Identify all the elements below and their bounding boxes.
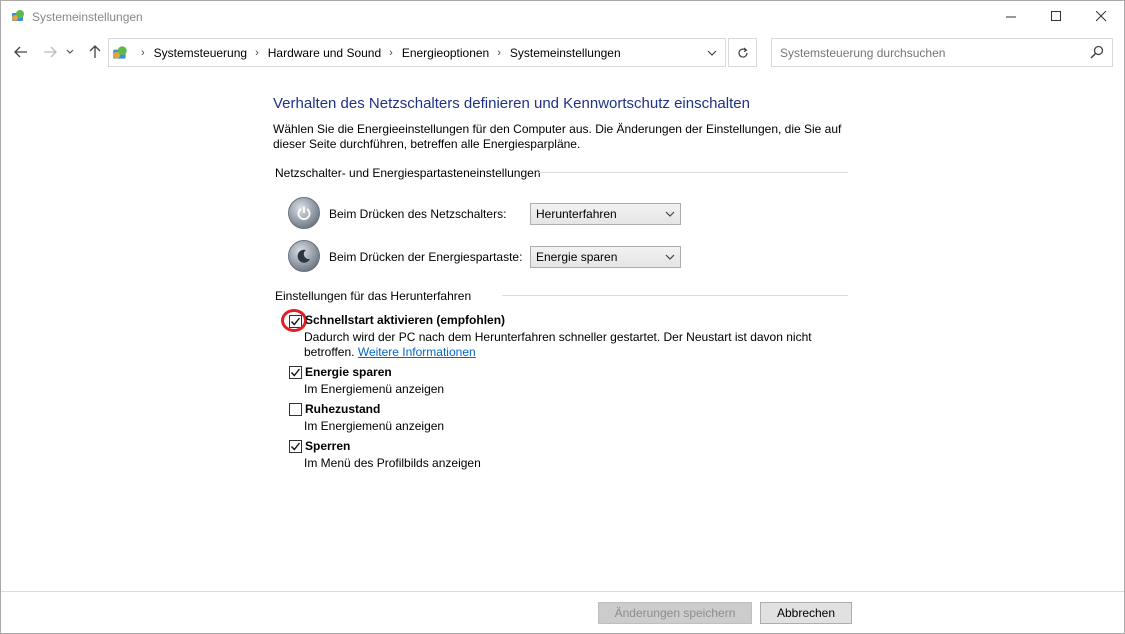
power-section-heading: Netzschalter- und Energiespartasteneinst… bbox=[275, 166, 541, 180]
power-button-icon bbox=[288, 197, 320, 229]
window-title: Systemeinstellungen bbox=[32, 10, 143, 24]
control-panel-icon bbox=[111, 44, 129, 62]
fast-startup-label[interactable]: Schnellstart aktivieren (empfohlen) bbox=[305, 313, 505, 327]
address-bar[interactable]: › Systemsteuerung › Hardware und Sound ›… bbox=[108, 38, 726, 67]
save-changes-button[interactable]: Änderungen speichern bbox=[598, 602, 752, 624]
checkmark-icon bbox=[290, 442, 301, 451]
control-panel-icon bbox=[10, 8, 26, 24]
control-panel-window: Systemeinstellungen › Systemsteuerung › … bbox=[0, 0, 1125, 634]
breadcrumb-separator: › bbox=[141, 47, 145, 59]
highlight-circle bbox=[281, 309, 307, 332]
up-button[interactable] bbox=[84, 41, 106, 63]
title-bar[interactable]: Systemeinstellungen bbox=[1, 1, 1124, 32]
chevron-down-icon bbox=[665, 254, 675, 260]
breadcrumb-item[interactable]: Hardware und Sound bbox=[268, 46, 381, 60]
footer-divider bbox=[1, 591, 1124, 592]
power-button-label: Beim Drücken des Netzschalters: bbox=[329, 207, 507, 221]
cancel-button[interactable]: Abbrechen bbox=[760, 602, 852, 624]
power-button-select[interactable]: Herunterfahren bbox=[530, 203, 681, 225]
more-info-link[interactable]: Weitere Informationen bbox=[358, 345, 476, 359]
sleep-button-icon bbox=[288, 240, 320, 272]
hibernate-label[interactable]: Ruhezustand bbox=[305, 402, 380, 416]
hibernate-description: Im Energiemenü anzeigen bbox=[304, 419, 445, 433]
hibernate-checkbox[interactable] bbox=[289, 403, 302, 416]
maximize-button[interactable] bbox=[1033, 1, 1079, 32]
breadcrumb-separator[interactable]: › bbox=[255, 47, 259, 59]
minimize-button[interactable] bbox=[988, 1, 1034, 32]
forward-button[interactable] bbox=[39, 41, 61, 63]
breadcrumb-separator[interactable]: › bbox=[389, 47, 393, 59]
breadcrumb-item[interactable]: Systemeinstellungen bbox=[510, 46, 621, 60]
checkmark-icon bbox=[290, 368, 301, 377]
sleep-button-select-value: Energie sparen bbox=[536, 250, 618, 264]
sleep-checkbox[interactable] bbox=[289, 366, 302, 379]
sleep-button-label: Beim Drücken der Energiespartaste: bbox=[329, 250, 523, 264]
page-title: Verhalten des Netzschalters definieren u… bbox=[273, 95, 750, 112]
fast-startup-description: Dadurch wird der PC nach dem Herunterfah… bbox=[304, 330, 824, 360]
back-button[interactable] bbox=[10, 41, 32, 63]
sleep-button-select[interactable]: Energie sparen bbox=[530, 246, 681, 268]
sleep-description: Im Energiemenü anzeigen bbox=[304, 382, 445, 396]
breadcrumb-item[interactable]: Energieoptionen bbox=[402, 46, 489, 60]
lock-description: Im Menü des Profilbilds anzeigen bbox=[304, 456, 481, 470]
breadcrumb-item[interactable]: Systemsteuerung bbox=[154, 46, 247, 60]
search-icon[interactable] bbox=[1090, 45, 1104, 59]
shutdown-section-heading: Einstellungen für das Herunterfahren bbox=[275, 289, 472, 303]
section-divider bbox=[539, 172, 848, 173]
navigation-bar: › Systemsteuerung › Hardware und Sound ›… bbox=[1, 32, 1124, 72]
section-divider bbox=[502, 295, 848, 296]
breadcrumb: › Systemsteuerung › Hardware und Sound ›… bbox=[133, 46, 621, 60]
sleep-label[interactable]: Energie sparen bbox=[305, 365, 392, 379]
page-description: Wählen Sie die Energieeinstellungen für … bbox=[273, 122, 842, 151]
recent-locations-button[interactable] bbox=[63, 41, 77, 63]
search-input[interactable] bbox=[772, 39, 1082, 66]
power-button-select-value: Herunterfahren bbox=[536, 207, 617, 221]
address-dropdown-button[interactable] bbox=[699, 39, 725, 66]
refresh-button[interactable] bbox=[728, 38, 757, 67]
search-box[interactable] bbox=[771, 38, 1113, 67]
lock-checkbox[interactable] bbox=[289, 440, 302, 453]
chevron-down-icon bbox=[665, 211, 675, 217]
breadcrumb-separator[interactable]: › bbox=[497, 47, 501, 59]
lock-label[interactable]: Sperren bbox=[305, 439, 350, 453]
close-button[interactable] bbox=[1078, 1, 1124, 32]
